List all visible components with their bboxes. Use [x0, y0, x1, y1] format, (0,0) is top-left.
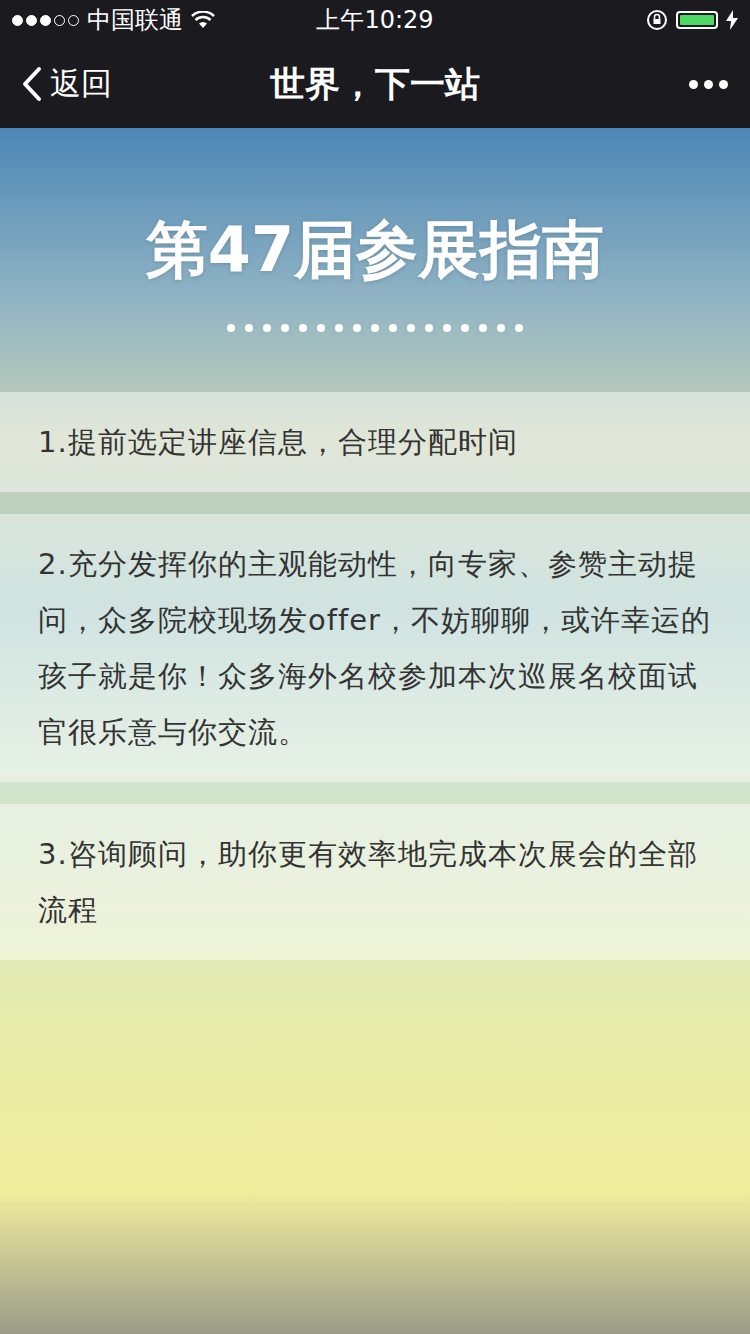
nav-title: 世界，下一站 [270, 61, 480, 108]
title-divider [0, 324, 750, 332]
tip-card: 2.充分发挥你的主观能动性，向专家、参赞主动提问，众多院校现场发offer，不妨… [0, 514, 750, 782]
signal-icon [12, 15, 79, 26]
carrier: 中国联通 [87, 4, 183, 36]
orientation-lock-icon [646, 9, 668, 31]
tips-list: 1.提前选定讲座信息，合理分配时间 2.充分发挥你的主观能动性，向专家、参赞主动提… [0, 392, 750, 960]
nav-bar: 返回世界，下一站 [0, 40, 750, 128]
more-button[interactable] [480, 80, 728, 89]
screen: 中国联通上午10:29返回世界，下一站第47届参展指南1.提前选定讲座信息，合理… [0, 0, 750, 1334]
guide-page: 第47届参展指南 1.提前选定讲座信息，合理分配时间 2.充分发挥你的主观能动性，向… [0, 128, 750, 1334]
battery-icon [676, 11, 718, 29]
charging-icon [726, 10, 738, 30]
tip-card: 1.提前选定讲座信息，合理分配时间 [0, 392, 750, 492]
chevron-left-icon [22, 66, 42, 102]
tip-card: 3.咨询顾问，助你更有效率地完成本次展会的全部流程 [0, 804, 750, 960]
status-bar: 中国联通 上午10:29 [0, 0, 750, 40]
wifi-icon [191, 11, 215, 29]
page-title: 第47届参展指南 [0, 128, 750, 292]
time: 上午10:29 [316, 4, 433, 36]
back-button[interactable]: 返回 [22, 63, 270, 105]
